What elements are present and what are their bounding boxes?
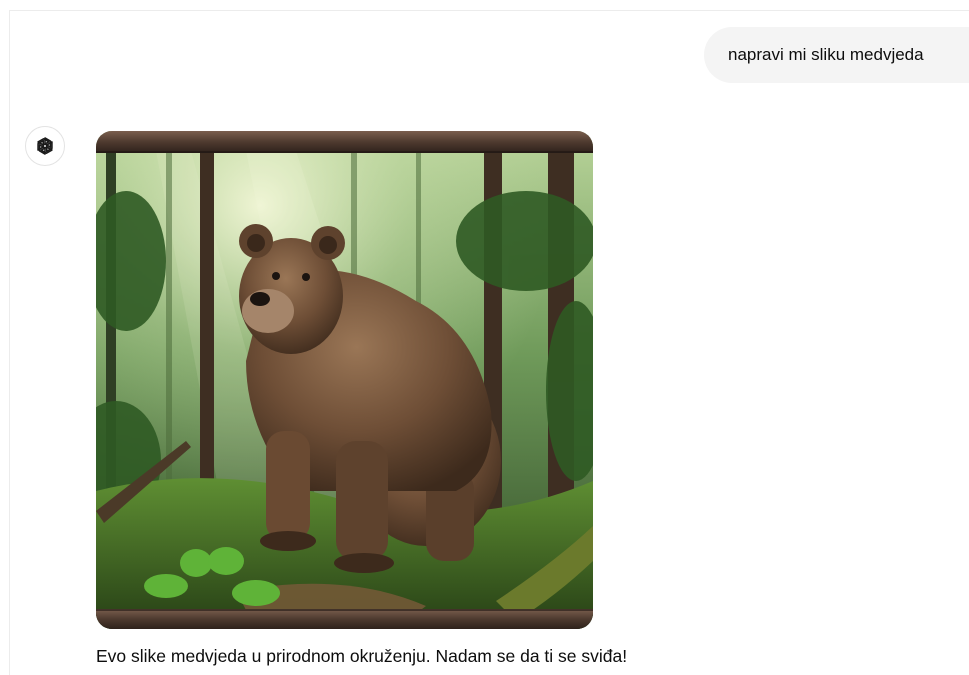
generated-image[interactable] <box>96 131 593 629</box>
openai-logo-icon <box>37 137 53 155</box>
bear-in-forest-illustration <box>96 131 593 629</box>
user-message-bubble: napravi mi sliku medvjeda <box>704 27 969 83</box>
chat-panel-left-border <box>9 10 10 675</box>
assistant-avatar <box>25 126 65 166</box>
assistant-reply-text: Evo slike medvjeda u prirodnom okruženju… <box>96 646 628 666</box>
chat-panel-top-border <box>9 10 969 11</box>
user-message-text: napravi mi sliku medvjeda <box>728 45 924 64</box>
